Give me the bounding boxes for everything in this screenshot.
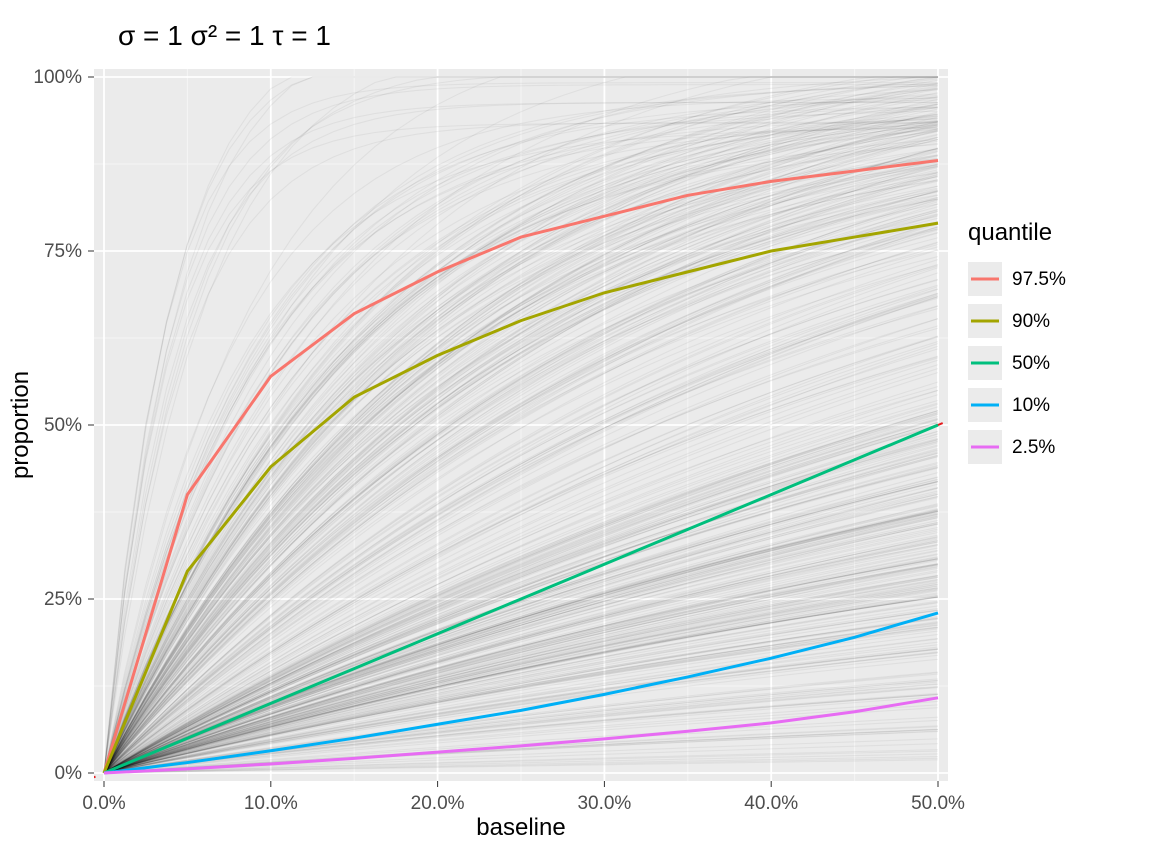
y-axis: 0% 25% 50% 75% 100% (33, 67, 94, 784)
x-tick-label: 40.0% (744, 793, 798, 814)
legend-label: 90% (1012, 311, 1050, 332)
legend-label: 50% (1012, 353, 1050, 374)
legend-label: 97.5% (1012, 269, 1066, 290)
y-axis-title: proportion (7, 371, 34, 479)
legend: quantile 97.5% 90% 50% 10% 2.5% (968, 219, 1066, 464)
y-tick-label: 100% (33, 67, 82, 88)
y-tick-label: 50% (44, 415, 82, 436)
x-tick-label: 10.0% (244, 793, 298, 814)
y-tick-label: 0% (55, 763, 83, 784)
chart-title: σ = 1 σ² = 1 τ = 1 (118, 20, 331, 51)
y-tick-label: 25% (44, 589, 82, 610)
legend-label: 10% (1012, 395, 1050, 416)
legend-title: quantile (968, 219, 1052, 246)
x-tick-label: 50.0% (911, 793, 965, 814)
chart-container: σ = 1 σ² = 1 τ = 1 0.0% 10.0% 20.0% 30.0% 40… (0, 0, 1152, 865)
y-tick-label: 75% (44, 241, 82, 262)
x-axis-title: baseline (476, 814, 565, 841)
x-axis: 0.0% 10.0% 20.0% 30.0% 40.0% 50.0% (82, 781, 965, 814)
legend-label: 2.5% (1012, 437, 1055, 458)
chart-svg: σ = 1 σ² = 1 τ = 1 0.0% 10.0% 20.0% 30.0% 40… (0, 0, 1152, 865)
x-tick-label: 30.0% (577, 793, 631, 814)
x-tick-label: 20.0% (411, 793, 465, 814)
chart-title-text: σ = 1 σ² = 1 τ = 1 (118, 20, 331, 51)
x-tick-label: 0.0% (82, 793, 125, 814)
